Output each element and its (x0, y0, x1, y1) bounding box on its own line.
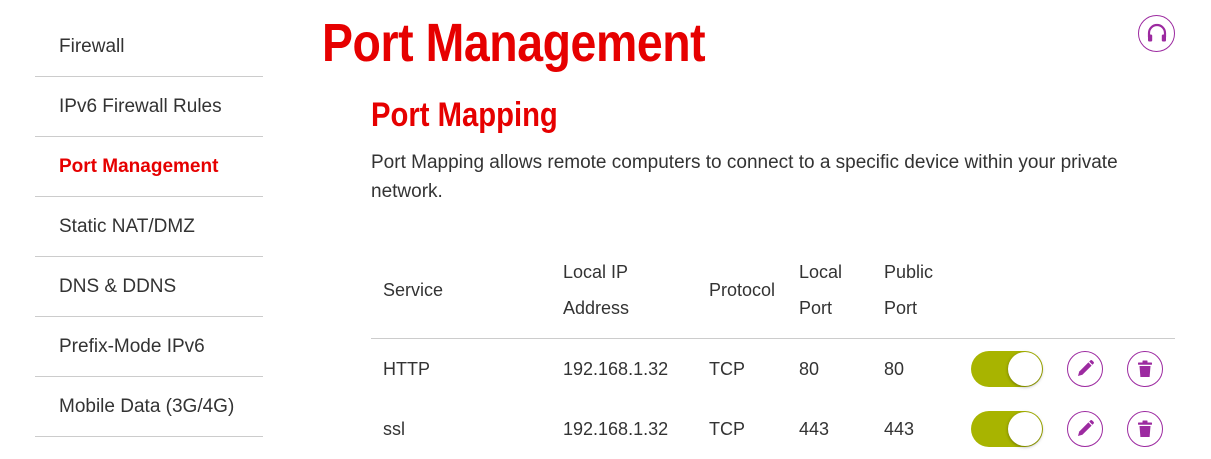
sidebar-item-label: Prefix-Mode IPv6 (59, 335, 205, 357)
enable-toggle[interactable] (971, 411, 1043, 447)
page-title: Port Management (322, 13, 706, 73)
cell-protocol: TCP (709, 418, 745, 439)
enable-toggle[interactable] (971, 351, 1043, 387)
header-local-port: Local Port (799, 254, 842, 326)
pencil-icon (1078, 420, 1094, 436)
header-public-port-line1: Public (884, 262, 934, 282)
section-description: Port Mapping allows remote computers to … (371, 152, 1118, 202)
sidebar-item-ipv6-firewall-rules[interactable]: IPv6 Firewall Rules (35, 77, 263, 137)
header-local-ip-line2: Address (563, 298, 630, 318)
cell-protocol: TCP (709, 358, 745, 379)
edit-button[interactable] (1067, 351, 1103, 387)
trash-icon (1138, 420, 1152, 437)
header-local-port-line2: Port (799, 298, 833, 318)
table-header: Service Local IP Address Protocol Local … (371, 250, 1175, 339)
sidebar-item-port-management[interactable]: Port Management (35, 137, 263, 197)
toggle-knob (1008, 412, 1042, 446)
sidebar-item-dns-ddns[interactable]: DNS & DDNS (35, 257, 263, 317)
header-service: Service (383, 280, 444, 300)
trash-icon (1138, 360, 1152, 377)
toggle-knob (1008, 352, 1042, 386)
sidebar-item-firewall[interactable]: Firewall (35, 17, 263, 77)
sidebar-item-prefix-mode-ipv6[interactable]: Prefix-Mode IPv6 (35, 317, 263, 377)
sidebar-item-label: Port Management (59, 155, 219, 177)
sidebar-item-label: IPv6 Firewall Rules (59, 95, 222, 117)
edit-button[interactable] (1067, 411, 1103, 447)
table-row: HTTP 192.168.1.32 TCP 80 80 (371, 339, 1175, 399)
cell-public-port: 443 (884, 418, 915, 439)
cell-local-ip: 192.168.1.32 (563, 418, 669, 439)
sidebar-item-mobile-data[interactable]: Mobile Data (3G/4G) (35, 377, 263, 437)
help-button[interactable] (1138, 15, 1175, 52)
sidebar-nav: Firewall IPv6 Firewall Rules Port Manage… (35, 17, 263, 437)
sidebar-item-label: DNS & DDNS (59, 275, 177, 297)
cell-service: ssl (383, 418, 405, 439)
header-local-port-line1: Local (799, 262, 843, 282)
delete-button[interactable] (1127, 411, 1163, 447)
headset-icon (1147, 23, 1166, 41)
header-protocol: Protocol (709, 280, 776, 300)
cell-local-port: 443 (799, 418, 830, 439)
sidebar-item-static-nat-dmz[interactable]: Static NAT/DMZ (35, 197, 263, 257)
port-mapping-table: Service Local IP Address Protocol Local … (371, 250, 1175, 459)
cell-local-ip: 192.168.1.32 (563, 358, 669, 379)
sidebar-item-label: Mobile Data (3G/4G) (59, 395, 235, 417)
pencil-icon (1078, 360, 1094, 376)
cell-service: HTTP (383, 358, 430, 379)
delete-button[interactable] (1127, 351, 1163, 387)
header-public-port: Public Port (884, 254, 933, 326)
cell-public-port: 80 (884, 358, 905, 379)
header-local-ip-line1: Local IP (563, 262, 629, 282)
cell-local-port: 80 (799, 358, 820, 379)
header-local-ip: Local IP Address (563, 254, 629, 326)
header-public-port-line2: Port (884, 298, 918, 318)
section-title: Port Mapping (371, 96, 558, 134)
sidebar-item-label: Static NAT/DMZ (59, 215, 195, 237)
table-row: ssl 192.168.1.32 TCP 443 443 (371, 399, 1175, 459)
sidebar-item-label: Firewall (59, 35, 125, 57)
